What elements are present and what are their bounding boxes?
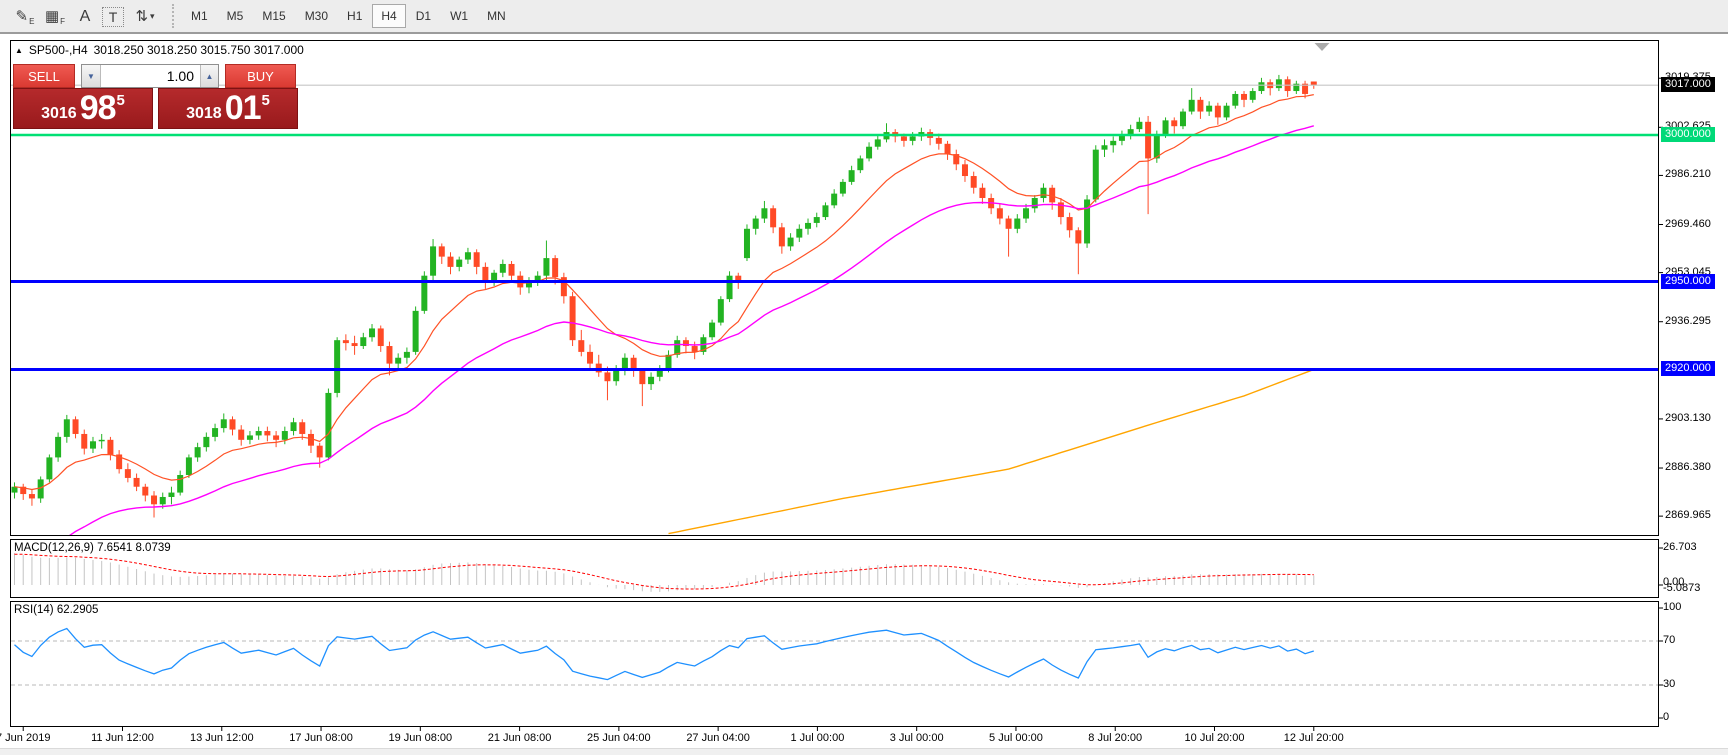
price-badge-2950.000: 2950.000 — [1661, 274, 1715, 289]
time-axis-label: 10 Jul 20:00 — [1185, 732, 1245, 744]
rsi-axis-label: 30 — [1663, 678, 1675, 690]
volume-input[interactable] — [101, 65, 200, 87]
volume-decrease-button[interactable]: ▼ — [82, 65, 101, 87]
buy-price-sup: 5 — [262, 92, 270, 109]
price-badge-3000.000: 3000.000 — [1661, 127, 1715, 142]
macd-axis-label: 26.703 — [1663, 541, 1697, 553]
time-axis-label: 25 Jun 04:00 — [587, 732, 651, 744]
chart-title: ▲ SP500-,H4 3018.250 3018.250 3015.750 3… — [15, 43, 304, 57]
collapse-triangle-icon: ▲ — [15, 46, 23, 55]
time-axis-label: 17 Jun 08:00 — [289, 732, 353, 744]
macd-label: MACD(12,26,9) 7.6541 8.0739 — [14, 542, 171, 554]
price-tick-label: 2986.210 — [1665, 168, 1711, 180]
chart-symbol: SP500-,H4 — [29, 43, 88, 57]
rsi-label: RSI(14) 62.2905 — [14, 604, 98, 616]
chart-ohlc-values: 3018.250 3018.250 3015.750 3017.000 — [94, 43, 304, 57]
time-axis-label: 12 Jul 20:00 — [1284, 732, 1344, 744]
time-axis-label: 21 Jun 08:00 — [488, 732, 552, 744]
rsi-axis-label: 70 — [1663, 634, 1675, 646]
rsi-axis-label: 100 — [1663, 601, 1681, 613]
time-axis-label: 11 Jun 12:00 — [91, 732, 154, 744]
time-axis-label: 8 Jul 20:00 — [1088, 732, 1142, 744]
trade-panel-row1: SELL ▼ ▲ BUY — [13, 64, 298, 88]
time-axis-label: 27 Jun 04:00 — [686, 732, 750, 744]
trade-panel-row2: 3016 98 5 3018 01 5 — [13, 88, 298, 129]
time-axis-label: 19 Jun 08:00 — [389, 732, 453, 744]
buy-button[interactable]: BUY — [225, 64, 296, 88]
sell-quote-panel[interactable]: 3016 98 5 — [13, 88, 153, 129]
price-tick-label: 2936.295 — [1665, 315, 1711, 327]
volume-increase-button[interactable]: ▲ — [200, 65, 218, 87]
time-axis-label: 1 Jul 00:00 — [790, 732, 844, 744]
bottom-strip — [0, 748, 1728, 755]
price-badge-3017.000: 3017.000 — [1661, 77, 1715, 92]
price-tick-label: 2903.130 — [1665, 412, 1711, 424]
sell-button[interactable]: SELL — [13, 64, 75, 88]
price-tick-label: 2869.965 — [1665, 509, 1711, 521]
price-tick-label: 2969.460 — [1665, 218, 1711, 230]
buy-price-big: 01 — [225, 89, 261, 128]
sell-price-small: 3016 — [41, 105, 77, 123]
price-badge-2920.000: 2920.000 — [1661, 361, 1715, 376]
price-tick-label: 2886.380 — [1665, 461, 1711, 473]
buy-quote-panel[interactable]: 3018 01 5 — [158, 88, 298, 129]
macd-axis-label: -5.0873 — [1663, 582, 1700, 594]
sell-price-big: 98 — [80, 89, 116, 128]
sell-price-sup: 5 — [117, 92, 125, 109]
volume-stepper: ▼ ▲ — [81, 64, 219, 88]
buy-price-small: 3018 — [186, 105, 222, 123]
mt4-window: ✎E ▦F A T ⇅ ▾ M1 M5 M15 M30 H1 H4 D1 W1 … — [0, 0, 1728, 755]
one-click-trade-panel: SELL ▼ ▲ BUY 3016 98 5 3018 01 5 — [13, 64, 298, 129]
time-axis-label: 7 Jun 2019 — [0, 732, 50, 744]
time-axis-label: 3 Jul 00:00 — [890, 732, 944, 744]
rsi-axis-label: 0 — [1663, 711, 1669, 723]
time-axis-label: 13 Jun 12:00 — [190, 732, 254, 744]
time-axis-label: 5 Jul 00:00 — [989, 732, 1043, 744]
